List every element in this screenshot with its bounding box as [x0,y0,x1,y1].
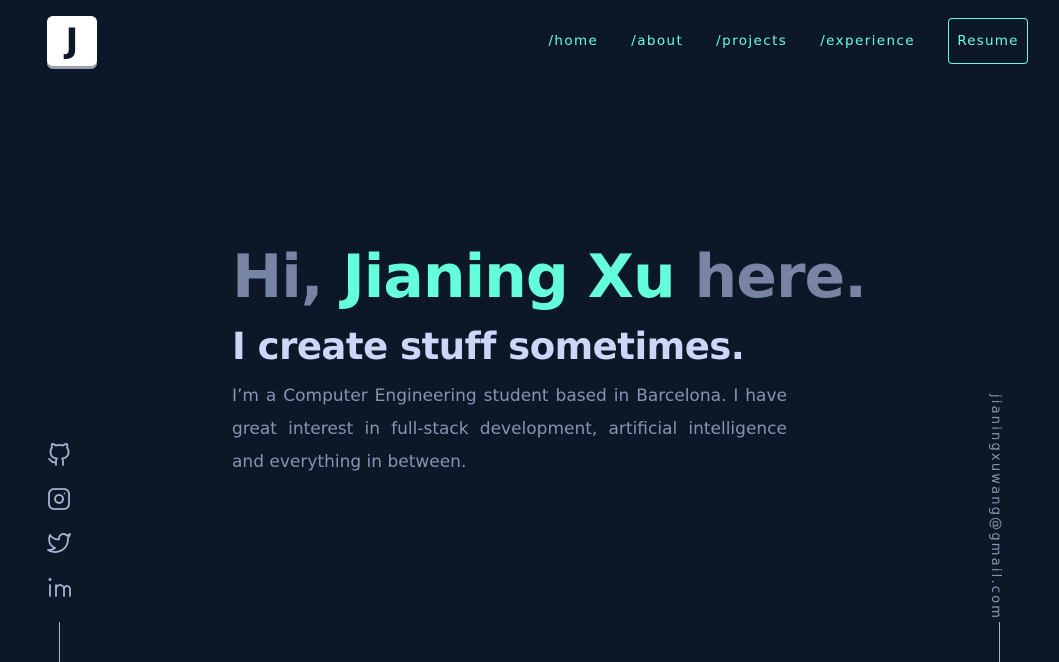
email-sidebar: jianingxuwang@gmail.com [988,394,1012,624]
logo-button[interactable]: J [47,16,97,66]
twitter-icon [47,533,71,553]
resume-button[interactable]: Resume [948,18,1028,64]
github-link[interactable] [47,443,71,467]
nav-link-home[interactable]: /home [548,33,598,49]
hero-name: Jianing Xu [342,242,675,312]
hero-greeting: Hi, Jianing Xu here. [232,238,867,316]
hero-subtitle: I create stuff sometimes. [232,325,745,368]
nav-link-about[interactable]: /about [631,33,683,49]
hero-intro: I’m a Computer Engineering student based… [232,386,787,472]
greeting-suffix: here. [694,242,867,312]
linkedin-icon [48,578,71,597]
linkedin-link[interactable] [47,575,71,599]
social-links [47,443,71,619]
twitter-link[interactable] [47,531,71,555]
github-icon [48,443,70,466]
email-link[interactable]: jianingxuwang@gmail.com [988,394,1003,620]
social-divider-line [59,622,60,662]
instagram-link[interactable] [47,487,71,511]
greeting-prefix: Hi, [232,242,324,312]
instagram-icon [48,488,70,510]
main-nav: /home /about /projects /experience Resum… [548,18,1028,64]
hero-section: Hi, Jianing Xu here. I create stuff some… [232,238,867,479]
nav-link-projects[interactable]: /projects [716,33,787,49]
email-divider-line [999,622,1000,662]
nav-link-experience[interactable]: /experience [820,33,915,49]
